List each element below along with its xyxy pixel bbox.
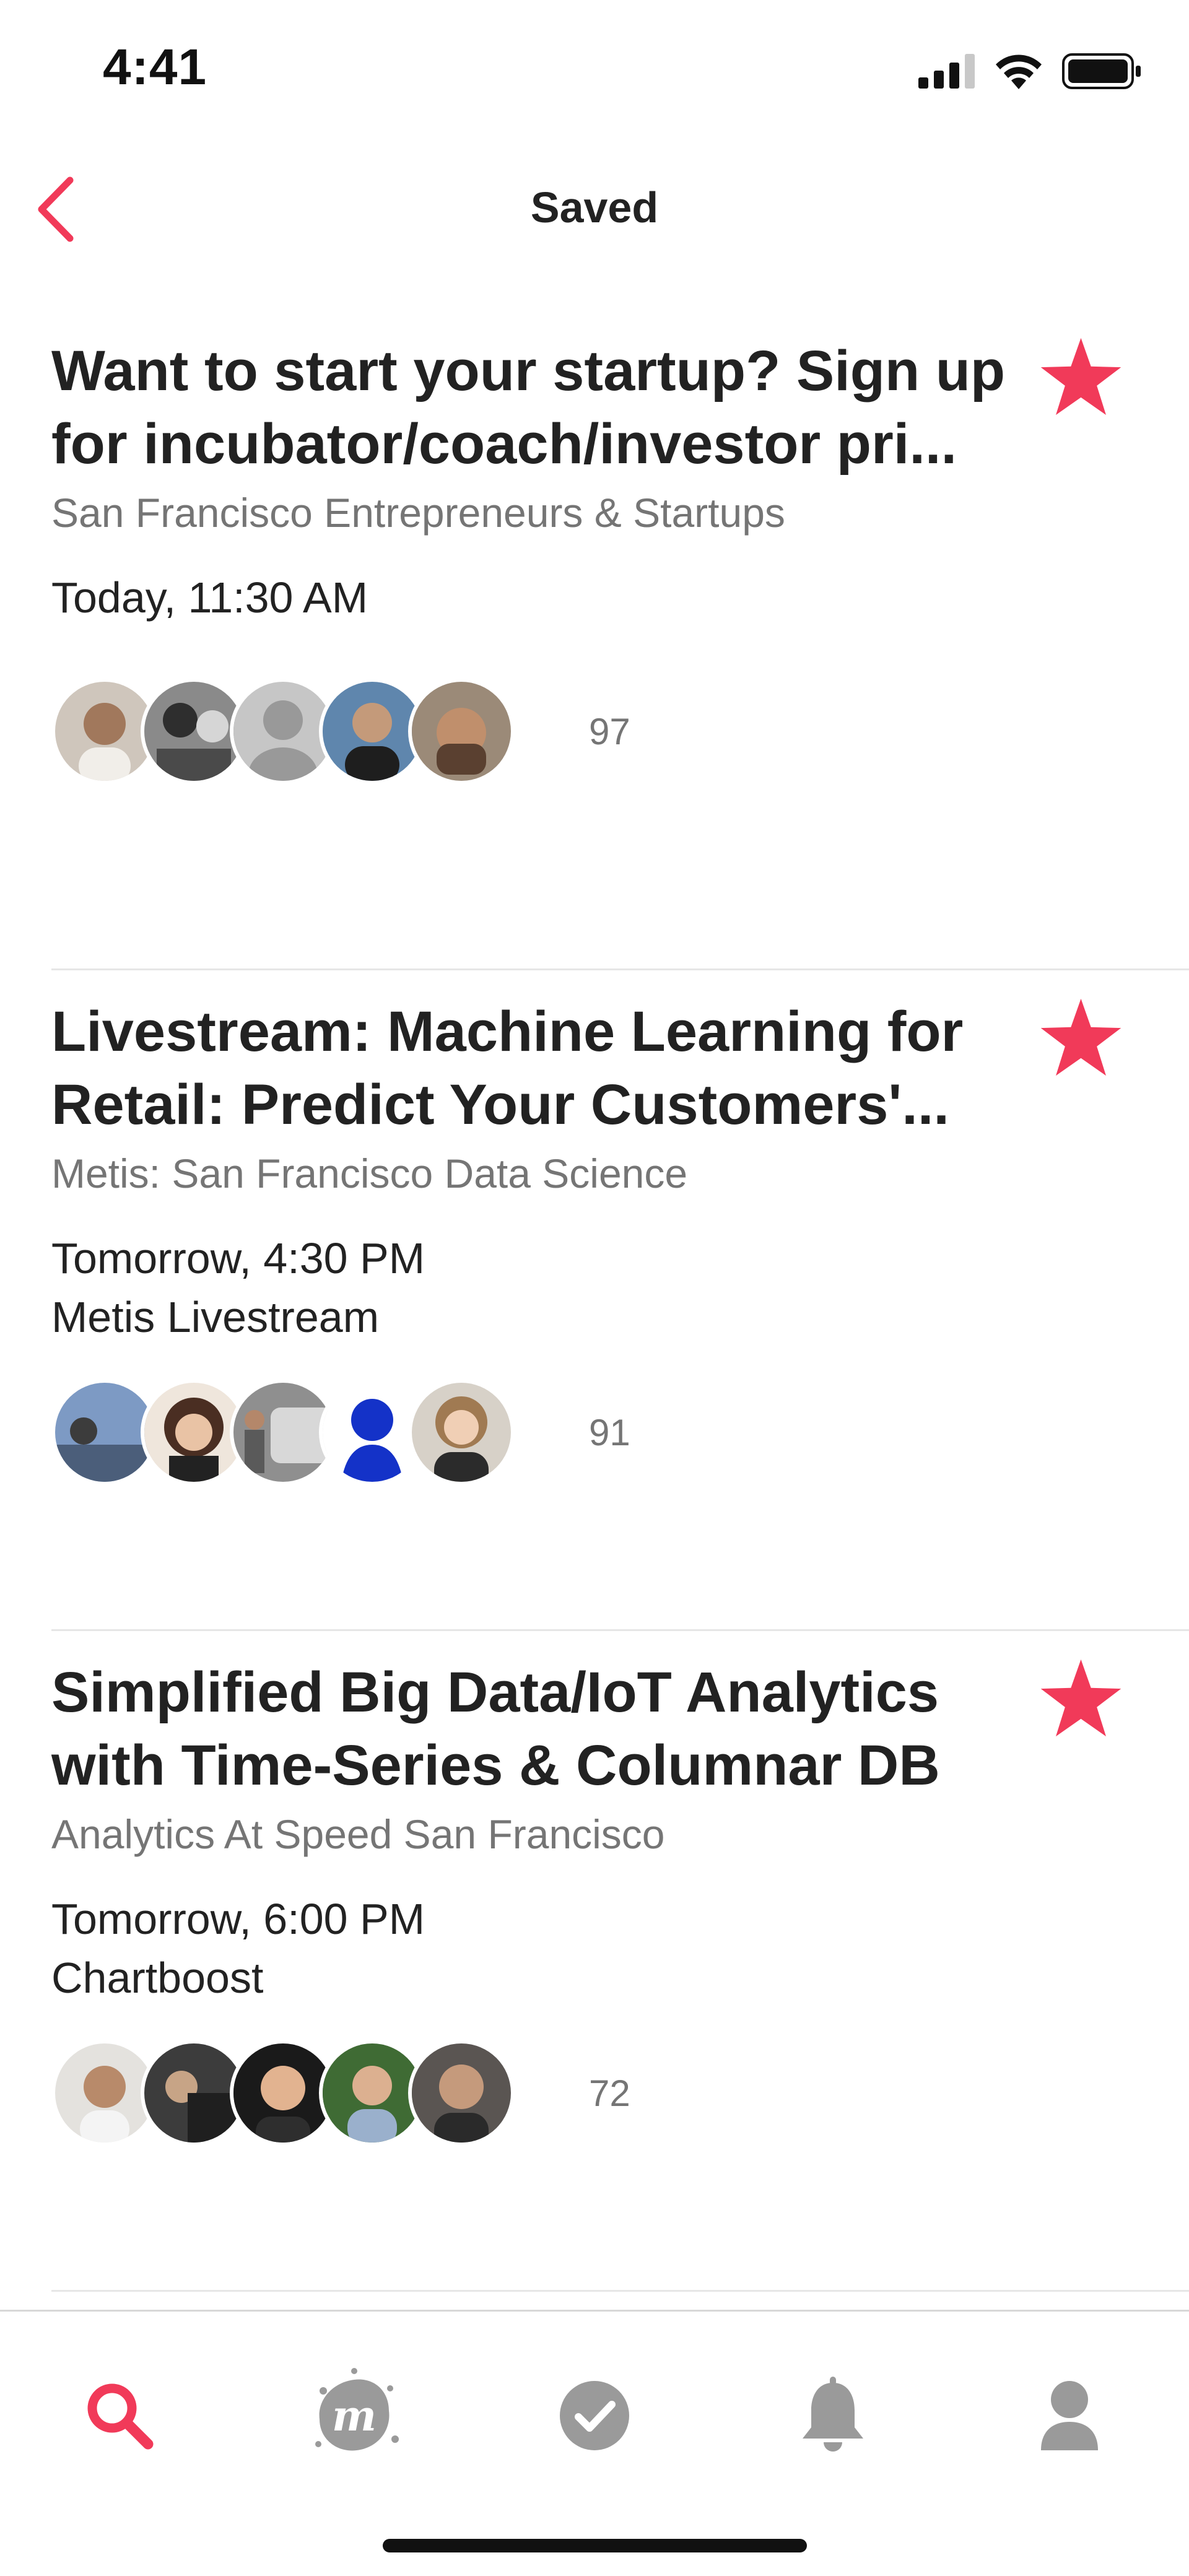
meetup-logo-icon: m <box>305 2366 404 2468</box>
page-title: Saved <box>530 183 659 232</box>
attendee-row[interactable]: 97 <box>51 678 630 785</box>
attendee-count: 97 <box>589 710 630 752</box>
save-star-button[interactable] <box>1037 1656 1124 1743</box>
cellular-signal-icon <box>918 53 975 92</box>
nav-bar: Saved <box>0 155 1189 269</box>
event-title: Livestream: Machine Learning for Retail:… <box>51 1000 964 1136</box>
battery-icon <box>1062 53 1143 92</box>
attendee-count: 91 <box>589 1411 630 1453</box>
event-time: Tomorrow, 6:00 PM <box>51 1895 425 1943</box>
event-group-name[interactable]: Metis: San Francisco Data Science <box>51 1150 687 1197</box>
star-icon <box>1039 997 1123 1081</box>
avatar <box>408 1379 515 1486</box>
avatar <box>408 678 515 785</box>
star-icon <box>1039 1658 1123 1741</box>
event-card[interactable]: Livestream: Machine Learning for Retail:… <box>0 970 1189 1631</box>
tab-bar: m <box>0 2310 1189 2576</box>
status-icons <box>918 51 1143 94</box>
event-title: Want to start your startup? Sign up for … <box>51 339 1006 476</box>
event-venue: Chartboost <box>51 1954 264 2002</box>
event-card[interactable]: Simplified Big Data/IoT Analytics with T… <box>0 1631 1189 2292</box>
event-group-name[interactable]: Analytics At Speed San Francisco <box>51 1811 665 1858</box>
event-title: Simplified Big Data/IoT Analytics with T… <box>51 1661 940 1797</box>
event-card[interactable]: Want to start your startup? Sign up for … <box>0 310 1189 970</box>
save-star-button[interactable] <box>1037 995 1124 1082</box>
event-time: Today, 11:30 AM <box>51 573 368 622</box>
bell-icon <box>799 2375 867 2459</box>
tab-profile[interactable] <box>1020 2367 1119 2466</box>
checkmark-circle-icon <box>559 2380 630 2455</box>
status-bar: 4:41 <box>0 0 1189 149</box>
tab-calendar[interactable] <box>545 2367 644 2466</box>
profile-icon <box>1039 2378 1100 2456</box>
event-time: Tomorrow, 4:30 PM <box>51 1234 425 1282</box>
attendee-row[interactable]: 91 <box>51 1379 630 1486</box>
divider <box>51 2290 1189 2292</box>
tab-notifications[interactable] <box>783 2367 882 2466</box>
tab-groups[interactable]: m <box>305 2367 404 2466</box>
attendee-count: 72 <box>589 2072 630 2114</box>
saved-event-list: Want to start your startup? Sign up for … <box>0 310 1189 2292</box>
tab-search[interactable] <box>70 2367 169 2466</box>
attendee-row[interactable]: 72 <box>51 2040 630 2146</box>
star-icon <box>1039 336 1123 420</box>
status-time: 4:41 <box>103 39 207 95</box>
save-star-button[interactable] <box>1037 334 1124 421</box>
wifi-icon <box>994 53 1043 92</box>
event-venue: Metis Livestream <box>51 1293 380 1341</box>
home-indicator <box>383 2539 807 2552</box>
event-group-name[interactable]: San Francisco Entrepreneurs & Startups <box>51 489 785 536</box>
avatar <box>408 2040 515 2146</box>
search-icon <box>82 2378 157 2456</box>
svg-text:m: m <box>332 2391 377 2441</box>
